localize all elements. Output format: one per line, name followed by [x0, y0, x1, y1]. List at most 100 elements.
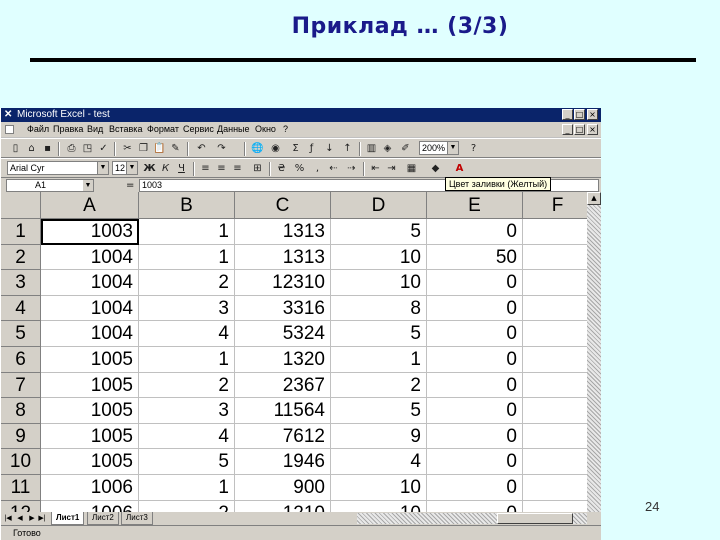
menu-help[interactable]: ?: [283, 122, 288, 137]
cell-d10[interactable]: 4: [331, 449, 427, 475]
first-sheet-icon[interactable]: |◀: [3, 513, 13, 524]
cell-d4[interactable]: 8: [331, 295, 427, 322]
cell-b4[interactable]: 3: [139, 295, 235, 322]
doc-restore-button[interactable]: □: [574, 124, 585, 135]
chevron-down-icon[interactable]: ▼: [447, 142, 458, 154]
italic-icon[interactable]: К: [159, 162, 172, 175]
cell-a6[interactable]: 1005: [41, 347, 139, 373]
redo-icon[interactable]: ↷: [215, 142, 228, 155]
align-center-icon[interactable]: ≡: [215, 162, 228, 175]
column-header-c[interactable]: C: [235, 192, 331, 219]
row-header-7[interactable]: 7: [1, 372, 41, 399]
format-painter-icon[interactable]: ✎: [169, 142, 182, 155]
row-header-9[interactable]: 9: [1, 423, 41, 450]
undo-icon[interactable]: ↶: [195, 142, 208, 155]
cell-e10[interactable]: 0: [427, 449, 523, 475]
cell-e11[interactable]: 0: [427, 475, 523, 501]
doc-minimize-button[interactable]: _: [562, 124, 573, 135]
row-header-3[interactable]: 3: [1, 270, 41, 296]
sort-asc-icon[interactable]: ↓: [323, 142, 336, 155]
chevron-down-icon[interactable]: ▼: [97, 162, 108, 174]
autosum-icon[interactable]: Σ: [289, 142, 302, 155]
cell-a4[interactable]: 1004: [41, 295, 139, 322]
cell-d1[interactable]: 5: [331, 219, 427, 245]
cell-e12[interactable]: 0: [427, 500, 523, 512]
row-header-6[interactable]: 6: [1, 347, 41, 373]
menu-format[interactable]: Формат: [147, 122, 179, 137]
menu-file[interactable]: Файл: [27, 122, 49, 137]
menu-data[interactable]: Данные: [217, 122, 250, 137]
cell-c6[interactable]: 1320: [235, 347, 331, 373]
cell-e5[interactable]: 0: [427, 321, 523, 347]
web-icon[interactable]: ◉: [269, 142, 282, 155]
sort-desc-icon[interactable]: ↑: [341, 142, 354, 155]
cell-e6[interactable]: 0: [427, 347, 523, 373]
row-header-11[interactable]: 11: [1, 475, 41, 501]
cell-b10[interactable]: 5: [139, 449, 235, 475]
fill-color-icon[interactable]: ◆: [429, 162, 442, 175]
select-all-corner[interactable]: [1, 192, 41, 219]
chart-wizard-icon[interactable]: ▥: [365, 142, 378, 155]
increase-indent-icon[interactable]: ⇥: [385, 162, 398, 175]
chevron-down-icon[interactable]: ▼: [83, 180, 93, 191]
prev-sheet-icon[interactable]: ◀: [15, 513, 25, 524]
function-icon[interactable]: ƒ: [305, 142, 318, 155]
cell-e9[interactable]: 0: [427, 423, 523, 450]
sheet-tab-1[interactable]: Лист1: [51, 512, 85, 525]
cell-c1[interactable]: 1313: [235, 219, 331, 245]
horizontal-scrollbar[interactable]: [357, 513, 587, 524]
last-sheet-icon[interactable]: ▶|: [37, 513, 47, 524]
menu-view[interactable]: Вид: [87, 122, 103, 137]
row-header-8[interactable]: 8: [1, 398, 41, 424]
font-size-select[interactable]: 12 ▼: [112, 161, 138, 175]
cell-a9[interactable]: 1005: [41, 423, 139, 450]
cell-d7[interactable]: 2: [331, 372, 427, 399]
cell-a8[interactable]: 1005: [41, 398, 139, 424]
cell-b8[interactable]: 3: [139, 398, 235, 424]
decrease-indent-icon[interactable]: ⇤: [369, 162, 382, 175]
menu-insert[interactable]: Вставка: [109, 122, 142, 137]
row-header-2[interactable]: 2: [1, 244, 41, 271]
increase-decimal-icon[interactable]: ⇠: [327, 162, 340, 175]
cell-b1[interactable]: 1: [139, 219, 235, 245]
font-color-icon[interactable]: A: [453, 162, 466, 175]
minimize-button[interactable]: _: [562, 109, 573, 120]
cell-c8[interactable]: 11564: [235, 398, 331, 424]
cell-f11[interactable]: [523, 475, 587, 501]
save-icon[interactable]: ▪: [41, 142, 54, 155]
cell-f6[interactable]: [523, 347, 587, 373]
cell-c10[interactable]: 1946: [235, 449, 331, 475]
cell-c11[interactable]: 900: [235, 475, 331, 501]
horizontal-scroll-thumb[interactable]: [497, 513, 573, 524]
cell-f3[interactable]: [523, 270, 587, 296]
sheet-tab-2[interactable]: Лист2: [87, 512, 119, 525]
zoom-select[interactable]: 200% ▼: [419, 141, 459, 155]
vertical-scrollbar[interactable]: ▲: [587, 192, 601, 512]
spelling-icon[interactable]: ✓: [97, 142, 110, 155]
cell-c7[interactable]: 2367: [235, 372, 331, 399]
cell-e8[interactable]: 0: [427, 398, 523, 424]
cell-f10[interactable]: [523, 449, 587, 475]
cell-a5[interactable]: 1004: [41, 321, 139, 347]
cell-f7[interactable]: [523, 373, 587, 399]
menu-window[interactable]: Окно: [255, 122, 276, 137]
decrease-decimal-icon[interactable]: ⇢: [345, 162, 358, 175]
cell-e4[interactable]: 0: [427, 295, 523, 322]
menu-edit[interactable]: Правка: [53, 122, 83, 137]
cell-f2[interactable]: [523, 245, 587, 271]
cell-c9[interactable]: 7612: [235, 423, 331, 450]
currency-icon[interactable]: ₴: [275, 162, 288, 175]
column-header-e[interactable]: E: [427, 192, 523, 219]
borders-icon[interactable]: ▦: [405, 162, 418, 175]
formula-equals[interactable]: =: [126, 179, 134, 192]
doc-close-button[interactable]: ×: [587, 124, 598, 135]
bold-icon[interactable]: Ж: [143, 162, 156, 175]
percent-icon[interactable]: %: [293, 162, 306, 175]
cell-e7[interactable]: 0: [427, 372, 523, 399]
cell-d9[interactable]: 9: [331, 423, 427, 450]
cell-b7[interactable]: 2: [139, 372, 235, 399]
cell-c4[interactable]: 3316: [235, 295, 331, 322]
cell-a7[interactable]: 1005: [41, 372, 139, 399]
menu-tools[interactable]: Сервис: [183, 122, 214, 137]
cell-a11[interactable]: 1006: [41, 475, 139, 501]
